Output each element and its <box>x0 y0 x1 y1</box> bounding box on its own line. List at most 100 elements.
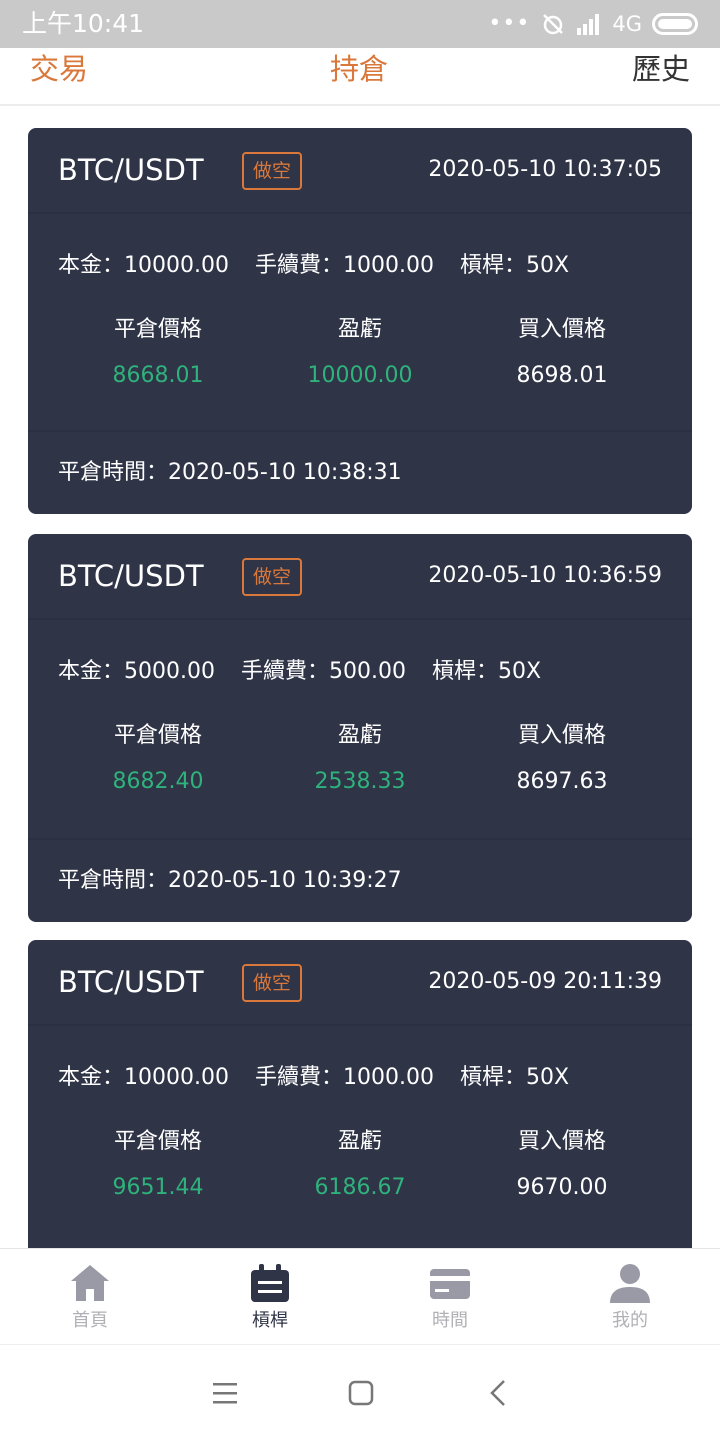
tab-trade[interactable]: 交易 <box>30 50 88 88</box>
tab-history[interactable]: 歷史 <box>632 50 690 88</box>
card-icon <box>430 1269 470 1299</box>
direction-badge: 做空 <box>242 152 302 190</box>
battery-icon <box>652 13 698 35</box>
order-card[interactable]: BTC/USDT 做空 2020-05-10 10:37:05 本金：10000… <box>28 128 692 514</box>
fee-label: 手續費： <box>241 659 330 684</box>
order-card-footer: 平倉時間：2020-05-10 10:38:31 <box>28 430 692 514</box>
top-tabs: 交易 持倉 歷史 <box>0 48 720 106</box>
close-time: 平倉時間：2020-05-10 10:39:27 <box>58 864 402 898</box>
order-card[interactable]: BTC/USDT 做空 2020-05-09 20:11:39 本金：10000… <box>28 940 692 1248</box>
principal-value: 10000.00 <box>124 253 229 278</box>
close-price-label: 平倉價格 <box>113 1129 202 1154</box>
nav-time[interactable]: 時間 <box>360 1249 540 1345</box>
close-time-value: 2020-05-10 10:38:31 <box>168 460 402 485</box>
order-info-row: 本金：10000.00 手續費：1000.00 槓桿：50X <box>58 250 595 282</box>
pnl-label: 盈虧 <box>337 317 382 342</box>
menu-icon[interactable] <box>207 1375 243 1411</box>
order-time: 2020-05-10 10:36:59 <box>428 563 662 588</box>
close-time-value: 2020-05-10 10:39:27 <box>168 868 402 893</box>
direction-badge: 做空 <box>242 558 302 596</box>
principal: 本金：5000.00 <box>58 659 215 684</box>
pnl-label: 盈虧 <box>337 723 382 748</box>
fee: 手續費：500.00 <box>241 659 406 684</box>
pnl-col: 盈虧 2538.33 <box>260 720 460 798</box>
leverage-icon <box>251 1264 289 1302</box>
leverage-value: 50X <box>526 253 570 278</box>
fee-label: 手續費： <box>255 1065 344 1090</box>
close-price-value: 8668.01 <box>112 363 204 388</box>
leverage-label: 槓桿： <box>460 253 527 278</box>
order-card[interactable]: BTC/USDT 做空 2020-05-10 10:36:59 本金：5000.… <box>28 534 692 922</box>
close-price-label: 平倉價格 <box>113 723 202 748</box>
pnl-value: 10000.00 <box>307 363 413 388</box>
nav-time-label: 時間 <box>432 1310 468 1331</box>
principal-value: 5000.00 <box>124 659 215 684</box>
principal-label: 本金： <box>58 1065 125 1090</box>
buy-price-value: 9670.00 <box>516 1175 608 1200</box>
nav-leverage[interactable]: 槓桿 <box>180 1249 360 1345</box>
buy-price-value: 8697.63 <box>516 769 608 794</box>
leverage-value: 50X <box>498 659 542 684</box>
home-icon <box>71 1265 109 1301</box>
principal-label: 本金： <box>58 253 125 278</box>
price-columns: 平倉價格 8668.01 盈虧 10000.00 買入價格 8698.01 <box>58 314 662 404</box>
order-time: 2020-05-10 10:37:05 <box>428 157 662 182</box>
trading-pair: BTC/USDT <box>58 559 204 593</box>
user-icon <box>610 1264 650 1303</box>
nav-leverage-label: 槓桿 <box>252 1310 288 1331</box>
tab-position[interactable]: 持倉 <box>330 50 388 88</box>
fee-label: 手續費： <box>255 253 344 278</box>
pnl-col: 盈虧 6186.67 <box>260 1126 460 1204</box>
buy-price-col: 買入價格 8697.63 <box>462 720 662 798</box>
trading-pair: BTC/USDT <box>58 153 204 187</box>
pnl-value: 2538.33 <box>314 769 406 794</box>
system-nav-bar <box>0 1344 720 1440</box>
leverage-label: 槓桿： <box>460 1065 527 1090</box>
fee: 手續費：1000.00 <box>255 253 434 278</box>
order-info-row: 本金：5000.00 手續費：500.00 槓桿：50X <box>58 656 567 688</box>
close-price-value: 9651.44 <box>112 1175 204 1200</box>
nav-mine[interactable]: 我的 <box>540 1249 720 1345</box>
order-card-header: BTC/USDT 做空 2020-05-10 10:36:59 <box>28 534 692 620</box>
order-time: 2020-05-09 20:11:39 <box>428 969 662 994</box>
trading-pair: BTC/USDT <box>58 965 204 999</box>
fee-value: 1000.00 <box>343 1065 434 1090</box>
principal: 本金：10000.00 <box>58 1065 229 1090</box>
pnl-label: 盈虧 <box>337 1129 382 1154</box>
leverage: 槓桿：50X <box>460 253 569 278</box>
buy-price-col: 買入價格 8698.01 <box>462 314 662 392</box>
status-bar: 上午10:41 ••• 4G <box>0 0 720 48</box>
more-dots-icon: ••• <box>488 11 531 36</box>
pnl-col: 盈虧 10000.00 <box>260 314 460 392</box>
price-columns: 平倉價格 9651.44 盈虧 6186.67 買入價格 9670.00 <box>58 1126 662 1216</box>
buy-price-label: 買入價格 <box>517 723 606 748</box>
buy-price-label: 買入價格 <box>517 1129 606 1154</box>
close-time-label: 平倉時間： <box>58 460 169 485</box>
network-type: 4G <box>612 12 642 36</box>
nav-mine-label: 我的 <box>612 1310 648 1331</box>
close-time-label: 平倉時間： <box>58 868 169 893</box>
buy-price-value: 8698.01 <box>516 363 608 388</box>
fee-value: 500.00 <box>329 659 406 684</box>
price-columns: 平倉價格 8682.40 盈虧 2538.33 買入價格 8697.63 <box>58 720 662 810</box>
principal-label: 本金： <box>58 659 125 684</box>
home-square-icon[interactable] <box>343 1375 379 1411</box>
close-time: 平倉時間：2020-05-10 10:38:31 <box>58 456 402 490</box>
close-price-col: 平倉價格 8682.40 <box>58 720 258 798</box>
close-price-value: 8682.40 <box>112 769 204 794</box>
order-card-header: BTC/USDT 做空 2020-05-10 10:37:05 <box>28 128 692 214</box>
buy-price-col: 買入價格 9670.00 <box>462 1126 662 1204</box>
order-list[interactable]: BTC/USDT 做空 2020-05-10 10:37:05 本金：10000… <box>0 108 720 1248</box>
order-card-header: BTC/USDT 做空 2020-05-09 20:11:39 <box>28 940 692 1026</box>
fee-value: 1000.00 <box>343 253 434 278</box>
alarm-off-icon <box>543 14 564 35</box>
direction-badge: 做空 <box>242 964 302 1002</box>
principal: 本金：10000.00 <box>58 253 229 278</box>
close-price-label: 平倉價格 <box>113 317 202 342</box>
signal-icon <box>577 14 600 35</box>
nav-home[interactable]: 首頁 <box>0 1249 180 1345</box>
status-icons: ••• 4G <box>488 8 698 40</box>
fee: 手續費：1000.00 <box>255 1065 434 1090</box>
back-icon[interactable] <box>481 1375 517 1411</box>
bottom-nav: 首頁 槓桿 時間 我的 <box>0 1248 720 1344</box>
